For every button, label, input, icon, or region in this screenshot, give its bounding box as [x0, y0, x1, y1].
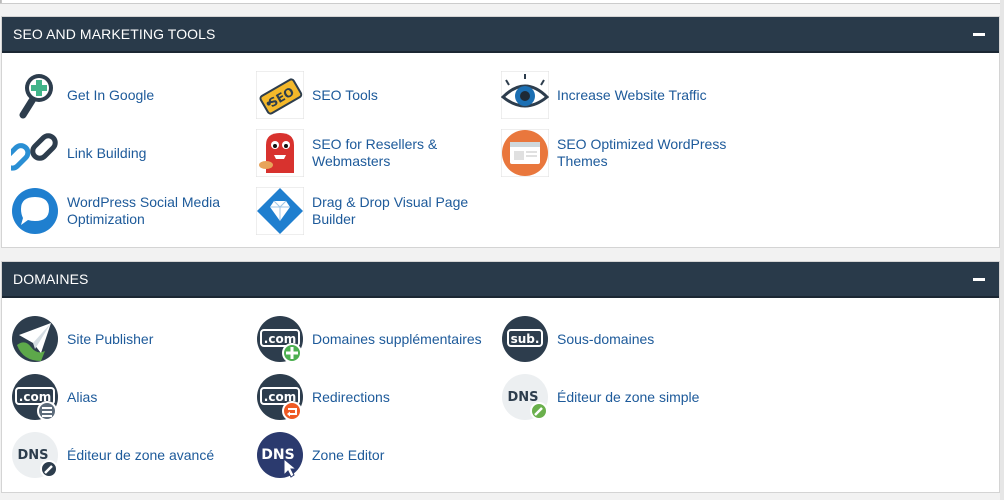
tool-label: Get In Google	[67, 86, 155, 103]
chain-link-icon	[11, 129, 59, 177]
tool-seo-wordpress-themes[interactable]: SEO Optimized WordPress Themes	[501, 126, 746, 180]
tool-label: Sous-domaines	[557, 330, 655, 347]
seo-tag-icon: SEO	[256, 71, 304, 119]
dns-edit-green-icon: DNS	[501, 373, 549, 421]
tool-label: Redirections	[312, 388, 390, 405]
tool-label: Alias	[67, 388, 98, 405]
tool-get-in-google[interactable]: Get In Google	[11, 68, 256, 122]
tool-link-building[interactable]: Link Building	[11, 126, 256, 180]
tool-label: Éditeur de zone avancé	[67, 446, 215, 463]
section-title: SEO AND MARKETING TOOLS	[13, 26, 216, 42]
tool-label: SEO for Resellers & Webmasters	[312, 136, 438, 169]
tool-editeur-zone-simple[interactable]: DNS Éditeur de zone simple	[501, 370, 746, 424]
speech-bubble-icon	[11, 187, 59, 235]
sub-domain-icon: sub.	[501, 315, 549, 363]
svg-text:sub.: sub.	[511, 332, 540, 346]
corner-glyph: ı	[0, 0, 2, 5]
dotcom-list-icon: .com	[11, 373, 59, 421]
magnifier-plus-icon	[11, 71, 59, 119]
tool-label: SEO Tools	[312, 86, 378, 103]
tool-label: Increase Website Traffic	[557, 86, 707, 103]
eye-icon	[501, 71, 549, 119]
collapse-minus-icon[interactable]	[973, 277, 985, 281]
tool-domaines-supplementaires[interactable]: .com Domaines supplémentaires	[256, 312, 501, 366]
svg-text:DNS: DNS	[507, 390, 538, 405]
tool-wordpress-social[interactable]: WordPress Social Media Optimization	[11, 184, 256, 238]
tool-drag-drop-builder[interactable]: Drag & Drop Visual Page Builder	[256, 184, 501, 238]
tool-redirections[interactable]: .com Redirections	[256, 370, 501, 424]
tool-sous-domaines[interactable]: sub. Sous-domaines	[501, 312, 746, 366]
tool-seo-resellers[interactable]: SEO for Resellers & Webmasters	[256, 126, 501, 180]
tool-label: Zone Editor	[312, 446, 385, 463]
dotcom-add-icon: .com	[256, 315, 304, 363]
top-bar	[0, 0, 1000, 4]
tool-alias[interactable]: .com Alias	[11, 370, 256, 424]
dns-pointer-icon: DNS	[256, 431, 304, 479]
tool-editeur-zone-avance[interactable]: DNS Éditeur de zone avancé	[11, 428, 256, 482]
tool-increase-traffic[interactable]: Increase Website Traffic	[501, 68, 746, 122]
tool-label: SEO Optimized WordPress Themes	[557, 136, 727, 169]
tool-label: Link Building	[67, 144, 147, 161]
domaines-panel: DOMAINES Site Publisher .com Domaines su…	[1, 261, 1000, 493]
dotcom-redirect-icon: .com	[256, 373, 304, 421]
paper-plane-globe-icon	[11, 315, 59, 363]
tool-label: Domaines supplémentaires	[312, 330, 482, 347]
collapse-minus-icon[interactable]	[973, 32, 985, 36]
svg-text:DNS: DNS	[17, 448, 48, 463]
svg-text:DNS: DNS	[261, 447, 294, 463]
tool-label: Site Publisher	[67, 330, 154, 347]
diamond-icon	[256, 187, 304, 235]
tool-zone-editor[interactable]: DNS Zone Editor	[256, 428, 501, 482]
scrollbar[interactable]	[1000, 0, 1004, 500]
tool-label: WordPress Social Media Optimization	[67, 194, 221, 227]
section-title: DOMAINES	[13, 271, 89, 287]
section-header[interactable]: DOMAINES	[2, 262, 999, 298]
tool-label: Éditeur de zone simple	[557, 388, 700, 405]
tool-label: Drag & Drop Visual Page Builder	[312, 194, 469, 227]
red-monster-icon	[256, 129, 304, 177]
seo-marketing-panel: SEO AND MARKETING TOOLS Get In Google SE…	[1, 16, 1000, 248]
dns-edit-dark-icon: DNS	[11, 431, 59, 479]
browser-window-icon	[501, 129, 549, 177]
section-header[interactable]: SEO AND MARKETING TOOLS	[2, 17, 999, 53]
tool-seo-tools[interactable]: SEO SEO Tools	[256, 68, 501, 122]
tool-site-publisher[interactable]: Site Publisher	[11, 312, 256, 366]
